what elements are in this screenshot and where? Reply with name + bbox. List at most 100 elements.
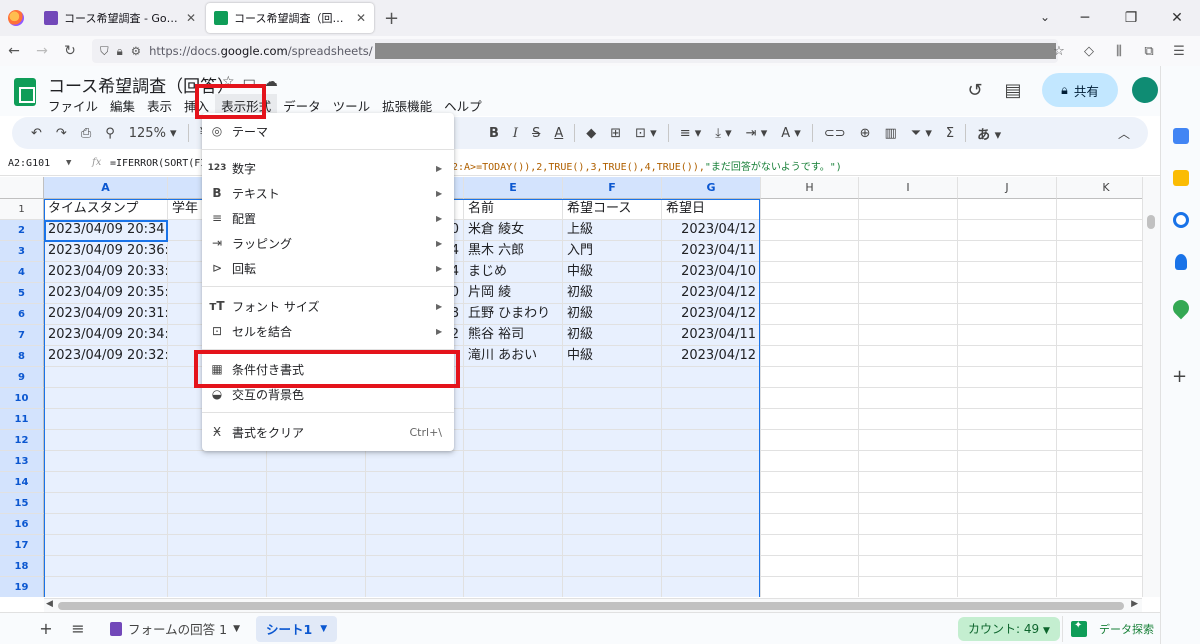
row-header[interactable]: 1 — [0, 199, 44, 220]
formula-text-start[interactable]: =IFERROR(SORT(FI — [110, 158, 206, 169]
grid-cell[interactable] — [464, 472, 563, 493]
grid-cell[interactable] — [464, 430, 563, 451]
grid-cell[interactable] — [859, 514, 958, 535]
horizontal-scrollbar[interactable]: ◀ ▶ — [44, 598, 1142, 612]
grid-cell[interactable] — [958, 451, 1057, 472]
grid-cell[interactable] — [958, 346, 1057, 367]
grid-cell[interactable] — [761, 304, 859, 325]
grid-cell[interactable] — [267, 514, 366, 535]
grid-cell[interactable] — [662, 556, 761, 577]
close-window-icon[interactable]: ✕ — [1154, 10, 1200, 26]
grid-cell[interactable] — [168, 514, 267, 535]
grid-cell[interactable]: 2023/04/12 — [662, 346, 761, 367]
grid-cell[interactable]: 名前 — [464, 199, 563, 220]
grid-cell[interactable]: 初級 — [563, 325, 662, 346]
keep-icon[interactable] — [1173, 170, 1189, 186]
grid-cell[interactable] — [958, 493, 1057, 514]
grid-cell[interactable] — [1057, 556, 1142, 577]
scroll-thumb[interactable] — [58, 602, 1124, 610]
avatar[interactable] — [1132, 77, 1158, 103]
move-folder-icon[interactable]: ▭ — [243, 74, 264, 90]
grid-cell[interactable] — [1057, 367, 1142, 388]
insert-comment-icon[interactable]: ⊕ — [853, 126, 878, 141]
grid-cell[interactable] — [44, 367, 168, 388]
grid-cell[interactable]: 上級 — [563, 220, 662, 241]
grid-cell[interactable]: 2023/04/11 — [662, 325, 761, 346]
restore-icon[interactable]: ❐ — [1108, 10, 1154, 26]
grid-cell[interactable] — [662, 493, 761, 514]
grid-cell[interactable] — [859, 430, 958, 451]
grid-cell[interactable] — [859, 262, 958, 283]
grid-cell[interactable]: 2023/04/09 20:35:28 — [44, 283, 168, 304]
grid-cell[interactable] — [563, 556, 662, 577]
grid-cell[interactable]: 初級 — [563, 304, 662, 325]
vertical-align-icon[interactable]: ⤓ ▾ — [708, 126, 738, 141]
grid-cell[interactable] — [662, 430, 761, 451]
row-header[interactable]: 13 — [0, 451, 44, 472]
column-header-a[interactable]: A — [44, 177, 168, 199]
grid-cell[interactable] — [168, 451, 267, 472]
name-box-dropdown-icon[interactable]: ▼ — [66, 158, 71, 168]
close-tab-icon[interactable]: ✕ — [186, 11, 196, 25]
grid-cell[interactable] — [859, 283, 958, 304]
grid-cell[interactable]: 熊谷 裕司 — [464, 325, 563, 346]
grid-cell[interactable]: 丘野 ひまわり — [464, 304, 563, 325]
text-wrap-icon[interactable]: ⇥ ▾ — [739, 126, 775, 141]
extensions-icon[interactable]: ⧉ — [1134, 44, 1164, 59]
menu-item-font-size[interactable]: тT フォント サイズ ▶ — [202, 294, 454, 318]
grid-cell[interactable] — [859, 577, 958, 597]
grid-cell[interactable] — [859, 304, 958, 325]
grid-cell[interactable] — [1057, 220, 1142, 241]
spreadsheet-grid[interactable]: ABCDEFGHIJK1タイムスタンプ学年名前希望コース希望日22023/04/… — [0, 177, 1142, 597]
grid-cell[interactable] — [44, 388, 168, 409]
url-bar[interactable]: ⛉ 🔒︎ ⚙ https://docs. google.com /spreads… — [92, 39, 1058, 63]
grid-cell[interactable] — [168, 556, 267, 577]
row-header[interactable]: 15 — [0, 493, 44, 514]
grid-cell[interactable] — [958, 367, 1057, 388]
grid-cell[interactable] — [859, 367, 958, 388]
grid-cell[interactable] — [761, 430, 859, 451]
grid-cell[interactable] — [563, 514, 662, 535]
grid-cell[interactable] — [859, 556, 958, 577]
grid-cell[interactable] — [267, 493, 366, 514]
grid-cell[interactable] — [662, 514, 761, 535]
grid-cell[interactable] — [168, 472, 267, 493]
input-tools-icon[interactable]: あ ▾ — [970, 124, 1008, 143]
grid-cell[interactable] — [563, 430, 662, 451]
row-header[interactable]: 10 — [0, 388, 44, 409]
grid-cell[interactable]: 2023/04/12 — [662, 220, 761, 241]
row-header[interactable]: 3 — [0, 241, 44, 262]
column-header-j[interactable]: J — [958, 177, 1057, 199]
column-header-e[interactable]: E — [464, 177, 563, 199]
new-tab-button[interactable]: + — [384, 8, 399, 29]
collapse-toolbar-icon[interactable]: ︿ — [1118, 125, 1130, 142]
grid-cell[interactable] — [464, 493, 563, 514]
grid-cell[interactable]: 滝川 あおい — [464, 346, 563, 367]
grid-cell[interactable] — [859, 451, 958, 472]
column-header-i[interactable]: I — [859, 177, 958, 199]
menu-item-theme[interactable]: ◎ テーマ — [202, 119, 454, 143]
grid-cell[interactable] — [44, 451, 168, 472]
comments-icon[interactable]: ▤ — [994, 80, 1032, 101]
grid-cell[interactable] — [168, 493, 267, 514]
grid-cell[interactable]: 米倉 綾女 — [464, 220, 563, 241]
menu-edit[interactable]: 編集 — [104, 94, 141, 117]
tasks-icon[interactable] — [1173, 212, 1189, 228]
redo-icon[interactable]: ↷ — [49, 126, 74, 141]
grid-cell[interactable] — [958, 472, 1057, 493]
grid-cell[interactable] — [267, 556, 366, 577]
grid-cell[interactable]: 2023/04/10 — [662, 262, 761, 283]
grid-cell[interactable] — [761, 451, 859, 472]
grid-cell[interactable]: 中級 — [563, 262, 662, 283]
grid-cell[interactable] — [563, 409, 662, 430]
grid-cell[interactable] — [366, 451, 464, 472]
grid-cell[interactable] — [44, 430, 168, 451]
horizontal-align-icon[interactable]: ≡ ▾ — [673, 126, 709, 141]
grid-cell[interactable] — [859, 220, 958, 241]
grid-cell[interactable] — [44, 535, 168, 556]
grid-cell[interactable] — [761, 325, 859, 346]
grid-cell[interactable] — [44, 472, 168, 493]
grid-cell[interactable] — [44, 556, 168, 577]
grid-cell[interactable] — [1057, 430, 1142, 451]
grid-cell[interactable] — [1057, 283, 1142, 304]
